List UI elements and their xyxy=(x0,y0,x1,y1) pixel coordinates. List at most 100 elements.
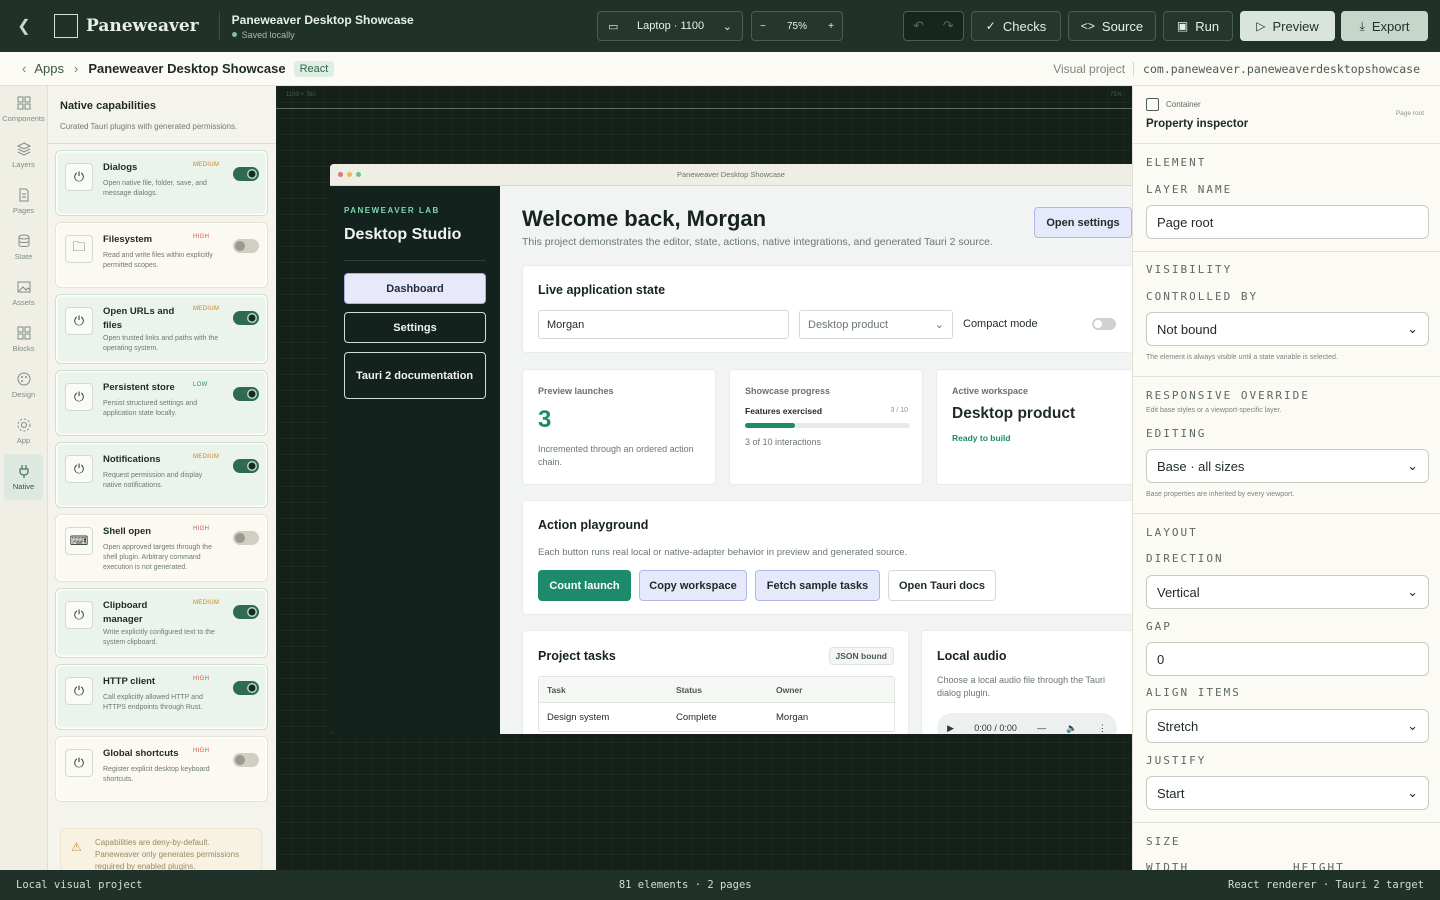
save-status: Saved locally xyxy=(231,30,414,40)
copy-workspace-button[interactable]: Copy workspace xyxy=(639,570,747,601)
editing-select[interactable]: Base · all sizes ⌄ xyxy=(1146,449,1429,483)
capability-desc: Write explicitly configured text to the … xyxy=(103,629,215,646)
justify-select[interactable]: Start ⌄ xyxy=(1146,776,1429,810)
capability-toggle[interactable] xyxy=(233,605,259,619)
sidebar-item-state[interactable]: State xyxy=(0,224,47,270)
close-dot-icon[interactable] xyxy=(338,172,343,177)
preview-button[interactable]: ▷ Preview xyxy=(1240,11,1335,41)
direction-label: DIRECTION xyxy=(1146,552,1224,565)
volume-icon[interactable]: 🔈 xyxy=(1066,723,1077,734)
maximize-dot-icon[interactable] xyxy=(356,172,361,177)
preview-window[interactable]: Paneweaver Desktop Showcase PANEWEAVER L… xyxy=(330,164,1132,734)
more-icon[interactable]: ⋮ xyxy=(1098,723,1107,734)
plug-icon: ⏻ xyxy=(65,677,93,705)
progress-card: Showcase progress Features exercised 3 /… xyxy=(729,369,923,485)
chevron-down-icon: ⌄ xyxy=(1407,785,1418,800)
sidebar-item-label: Pages xyxy=(12,206,35,215)
sidebar-item-assets[interactable]: Assets xyxy=(0,270,47,316)
align-items-label: ALIGN ITEMS xyxy=(1146,686,1241,699)
device-select[interactable]: ▭ Laptop · 1100 ⌄ xyxy=(597,11,743,41)
layer-name-input[interactable]: Page root xyxy=(1146,205,1429,239)
undo-icon[interactable]: ↶ xyxy=(913,18,924,34)
open-docs-button[interactable]: Open Tauri docs xyxy=(888,570,996,601)
sidebar-item-label: Native xyxy=(12,482,35,491)
zoom-out-button[interactable]: − xyxy=(760,21,766,32)
action-playground-card: Action playground Each button runs real … xyxy=(522,500,1132,615)
permissions-note: ⚠ Capabilities are deny-by-default. Pane… xyxy=(60,828,262,870)
status-center: 81 elements · 2 pages xyxy=(618,879,752,891)
capability-desc: Request permission and display native no… xyxy=(103,472,203,489)
app-nav-dashboard[interactable]: Dashboard xyxy=(344,273,486,304)
canvas-size-label: 1100 × 760 xyxy=(286,92,316,98)
zoom-in-button[interactable]: + xyxy=(828,21,834,32)
sidebar-item-label: Layers xyxy=(12,160,35,169)
download-icon: ⤓ xyxy=(1359,18,1365,33)
progress-text: 3 of 10 interactions xyxy=(745,437,822,447)
fetch-tasks-button[interactable]: Fetch sample tasks xyxy=(755,570,880,601)
capability-toggle[interactable] xyxy=(233,239,259,253)
play-icon[interactable]: ▶ xyxy=(947,723,954,734)
redo-icon[interactable]: ↷ xyxy=(943,18,954,34)
gap-input[interactable]: 0 xyxy=(1146,642,1429,676)
sidebar-item-design[interactable]: Design xyxy=(0,362,47,408)
capability-card-clipboard-manager: ⏻ Clipboard manager MEDIUM Write explicitly… xyxy=(55,588,268,658)
seek-bar[interactable]: — xyxy=(1037,723,1046,733)
controlled-by-select[interactable]: Not bound ⌄ xyxy=(1146,312,1429,346)
minimize-dot-icon[interactable] xyxy=(347,172,352,177)
capability-card-notifications: ⏻ Notifications MEDIUM Request permission a… xyxy=(55,442,268,508)
export-button[interactable]: ⤓ Export xyxy=(1341,11,1428,41)
sidebar-item-native[interactable]: Native xyxy=(4,454,43,500)
divider xyxy=(1133,513,1440,514)
direction-value: Vertical xyxy=(1157,584,1200,600)
source-label: Source xyxy=(1101,18,1144,34)
blocks-icon xyxy=(17,326,30,340)
sidebar-item-layers[interactable]: Layers xyxy=(0,132,47,178)
name-input[interactable]: Morgan xyxy=(538,310,789,339)
stat-label: Showcase progress xyxy=(745,386,831,396)
section-size: SIZE xyxy=(1146,835,1181,848)
sidebar-item-blocks[interactable]: Blocks xyxy=(0,316,47,362)
app-logo xyxy=(54,14,78,38)
sidebar-item-pages[interactable]: Pages xyxy=(0,178,47,224)
sidebar-item-components[interactable]: Components xyxy=(0,86,47,132)
capability-toggle[interactable] xyxy=(233,311,259,325)
panel-subtitle: Curated Tauri plugins with generated per… xyxy=(60,122,238,131)
count-launch-button[interactable]: Count launch xyxy=(538,570,631,601)
width-label: WIDTH xyxy=(1146,861,1190,870)
sidebar-item-label: Components xyxy=(2,114,45,123)
section-responsive: RESPONSIVE OVERRIDE xyxy=(1146,389,1310,402)
app-nav-settings[interactable]: Settings xyxy=(344,312,486,343)
open-settings-button[interactable]: Open settings xyxy=(1034,207,1132,238)
audio-player[interactable]: ▶ 0:00 / 0:00 — 🔈 ⋮ xyxy=(937,713,1117,734)
capability-toggle[interactable] xyxy=(233,167,259,181)
run-button[interactable]: ▣ Run xyxy=(1163,11,1233,41)
capability-toggle[interactable] xyxy=(233,681,259,695)
sidebar-item-app[interactable]: App xyxy=(0,408,47,454)
app-nav-tauri-docs[interactable]: Tauri 2 documentation xyxy=(344,352,486,399)
capability-card-dialogs: ⏻ Dialogs MEDIUM Open native file, folder, … xyxy=(55,150,268,216)
table-row[interactable]: Design system Complete Morgan xyxy=(539,703,894,731)
visibility-hint: The element is always visible until a st… xyxy=(1146,354,1338,361)
window-titlebar: Paneweaver Desktop Showcase xyxy=(330,164,1132,186)
capability-toggle[interactable] xyxy=(233,753,259,767)
section-element: ELEMENT xyxy=(1146,156,1207,169)
capability-name: Notifications xyxy=(103,454,161,465)
breadcrumb-apps-link[interactable]: Apps xyxy=(34,61,64,76)
back-button[interactable]: ❮ xyxy=(0,0,48,52)
align-items-select[interactable]: Stretch ⌄ xyxy=(1146,709,1429,743)
product-select[interactable]: Desktop product ⌄ xyxy=(799,310,953,339)
justify-label: JUSTIFY xyxy=(1146,754,1207,767)
source-button[interactable]: <> Source xyxy=(1068,11,1156,41)
capability-card-http-client: ⏻ HTTP client HIGH Call explicitly allowed … xyxy=(55,664,268,730)
app-sidebar: PANEWEAVER LAB Desktop Studio Dashboard … xyxy=(330,186,500,734)
checks-button[interactable]: ✓ Checks xyxy=(971,11,1061,41)
compact-mode-toggle[interactable] xyxy=(1092,318,1116,330)
plug-icon: ⏻ xyxy=(65,749,93,777)
plug-icon: ⏻ xyxy=(65,163,93,191)
capability-toggle[interactable] xyxy=(233,459,259,473)
capability-toggle[interactable] xyxy=(233,531,259,545)
design-canvas[interactable]: 1100 × 760 75% Paneweaver Desktop Showca… xyxy=(276,86,1132,870)
direction-select[interactable]: Vertical ⌄ xyxy=(1146,575,1429,609)
capability-toggle[interactable] xyxy=(233,387,259,401)
chevron-left-icon: ‹ xyxy=(22,61,27,76)
